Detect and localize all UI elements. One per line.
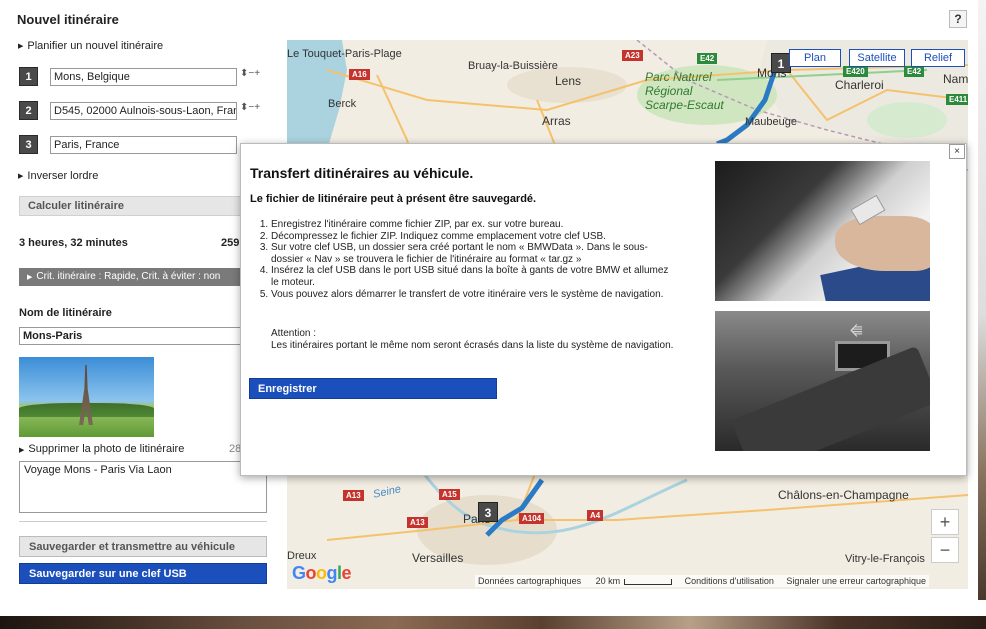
- waypoint-controls[interactable]: ⬍−+: [240, 102, 260, 113]
- road-shield: A16: [349, 69, 370, 80]
- road-shield: E420: [843, 66, 868, 77]
- save-to-usb-button[interactable]: Sauvegarder sur une clef USB: [19, 563, 267, 584]
- route-name-input[interactable]: Mons-Paris: [19, 327, 267, 345]
- map-label-versailles: Versailles: [412, 551, 464, 565]
- park-label-line: Régional: [645, 84, 693, 98]
- reverse-order-link[interactable]: ▶ Inverser lordre: [18, 170, 98, 182]
- map-report-link[interactable]: Signaler une erreur cartographique: [786, 576, 926, 586]
- route-criteria-label: Crit. itinéraire : Rapide, Crit. à évite…: [36, 271, 221, 282]
- triangle-right-icon: ▶: [27, 274, 33, 281]
- warning-title: Attention :: [271, 328, 317, 339]
- instruction-step: Vous pouvez alors démarrer le transfert …: [271, 289, 671, 301]
- park-label-line: Scarpe-Escaut: [645, 98, 724, 112]
- map-label-park: Parc Naturel Régional Scarpe-Escaut: [645, 70, 724, 112]
- map-label-dreux: Dreux: [287, 550, 317, 562]
- waypoint-number: 2: [19, 101, 38, 120]
- map-label-berck: Berck: [328, 98, 357, 110]
- road-shield: A15: [439, 489, 460, 500]
- route-distance: 259: [221, 237, 240, 249]
- triangle-right-icon: ▶: [18, 173, 24, 180]
- route-name-label: Nom de litinéraire: [19, 307, 112, 319]
- map-label-vitry: Vitry-le-François: [845, 553, 925, 565]
- map-type-satellite-button[interactable]: Satellite: [849, 49, 905, 67]
- map-scale-label: 20 km: [595, 576, 621, 586]
- waypoint-input-1[interactable]: Mons, Belgique: [50, 68, 237, 86]
- waypoint-number: 3: [19, 135, 38, 154]
- plan-new-route-link[interactable]: ▶ Planifier un nouvel itinéraire: [18, 40, 163, 52]
- map-scale-bar: [624, 578, 673, 585]
- overwrite-warning: Attention : Les itinéraires portant le m…: [271, 328, 681, 351]
- route-marker-1[interactable]: 1: [771, 53, 791, 73]
- road-shield: A13: [407, 517, 428, 528]
- waypoint-controls[interactable]: ⬍−+: [240, 68, 260, 79]
- instruction-step: Décompressez le fichier ZIP. Indiquez co…: [271, 231, 671, 243]
- triangle-right-icon: ▶: [19, 447, 25, 454]
- instruction-step: Sur votre clef USB, un dossier sera créé…: [271, 242, 671, 265]
- route-criteria-bar[interactable]: ▶ Crit. itinéraire : Rapide, Crit. à évit…: [19, 268, 267, 286]
- usb-transfer-dialog: × Transfert ditinéraires au véhicule. Le…: [240, 143, 967, 476]
- route-duration: 3 heures, 32 minutes: [19, 237, 128, 249]
- park-label-line: Parc Naturel: [645, 70, 712, 84]
- usb-port-photo: ⭅: [715, 311, 930, 451]
- map-type-plan-button[interactable]: Plan: [789, 49, 841, 67]
- map-label-arras: Arras: [542, 114, 571, 128]
- dialog-subtitle: Le fichier de litinéraire peut à présent…: [250, 193, 537, 205]
- map-label-charleroi: Charleroi: [835, 78, 884, 92]
- close-icon[interactable]: ×: [949, 144, 965, 159]
- instruction-step: Insérez la clef USB dans le port USB sit…: [271, 265, 671, 288]
- background-photo-edge: [978, 0, 986, 629]
- save-and-send-to-vehicle-button[interactable]: Sauvegarder et transmettre au véhicule: [19, 536, 267, 557]
- road-shield: E411: [946, 94, 968, 105]
- map-label-bruay: Bruay-la-Buissière: [468, 60, 558, 72]
- map-label-chalons: Châlons-en-Champagne: [778, 488, 909, 502]
- map-type-relief-button[interactable]: Relief: [911, 49, 965, 67]
- waypoint-input-3[interactable]: Paris, France: [50, 136, 237, 154]
- remove-photo-label: Supprimer la photo de litinéraire: [28, 443, 185, 455]
- background-photo-strip: [0, 600, 986, 629]
- zoom-out-button[interactable]: −: [931, 537, 959, 563]
- map-label-namur: Nam: [943, 72, 968, 86]
- road-shield: A104: [519, 513, 545, 524]
- help-button[interactable]: ?: [949, 10, 967, 28]
- remove-photo-link[interactable]: ▶ Supprimer la photo de litinéraire: [19, 443, 184, 455]
- plan-new-route-label: Planifier un nouvel itinéraire: [27, 40, 164, 52]
- road-shield: A23: [622, 50, 643, 61]
- calculate-route-button[interactable]: Calculer litinéraire: [19, 196, 267, 216]
- map-label-touquet: Le Touquet-Paris-Plage: [287, 48, 402, 60]
- warning-text: Les itinéraires portant le même nom sero…: [271, 339, 674, 351]
- google-logo: Google: [292, 563, 352, 583]
- map-label-maubeuge: Maubeuge: [745, 116, 797, 128]
- route-description-textarea[interactable]: Voyage Mons - Paris Via Laon: [19, 461, 267, 513]
- page-title: Nouvel itinéraire: [17, 12, 119, 27]
- save-file-button[interactable]: Enregistrer: [249, 378, 497, 399]
- dialog-title: Transfert ditinéraires au véhicule.: [250, 165, 474, 181]
- triangle-right-icon: ▶: [18, 43, 24, 50]
- road-shield: A13: [343, 490, 364, 501]
- road-shield: E42: [697, 53, 718, 64]
- route-photo: [19, 357, 154, 437]
- usb-symbol-icon: ⭅: [850, 323, 863, 339]
- waypoint-number: 1: [19, 67, 38, 86]
- divider: [19, 521, 267, 522]
- map-footer: Données cartographiques 20 km Conditions…: [475, 575, 930, 587]
- map-terms-link[interactable]: Conditions d'utilisation: [685, 576, 774, 586]
- zoom-in-button[interactable]: +: [931, 509, 959, 535]
- reverse-order-label: Inverser lordre: [27, 170, 99, 182]
- route-marker-3[interactable]: 3: [478, 502, 498, 522]
- road-shield: E42: [904, 66, 925, 77]
- instruction-step: Enregistrez l'itinéraire comme fichier Z…: [271, 219, 671, 231]
- map-data-credit: Données cartographiques: [478, 576, 582, 586]
- map-label-lens: Lens: [555, 74, 582, 88]
- usb-stick-photo: [715, 161, 930, 301]
- road-shield: A4: [587, 510, 604, 521]
- instruction-steps: Enregistrez l'itinéraire comme fichier Z…: [271, 219, 671, 300]
- waypoint-input-2[interactable]: D545, 02000 Aulnois-sous-Laon, France: [50, 102, 237, 120]
